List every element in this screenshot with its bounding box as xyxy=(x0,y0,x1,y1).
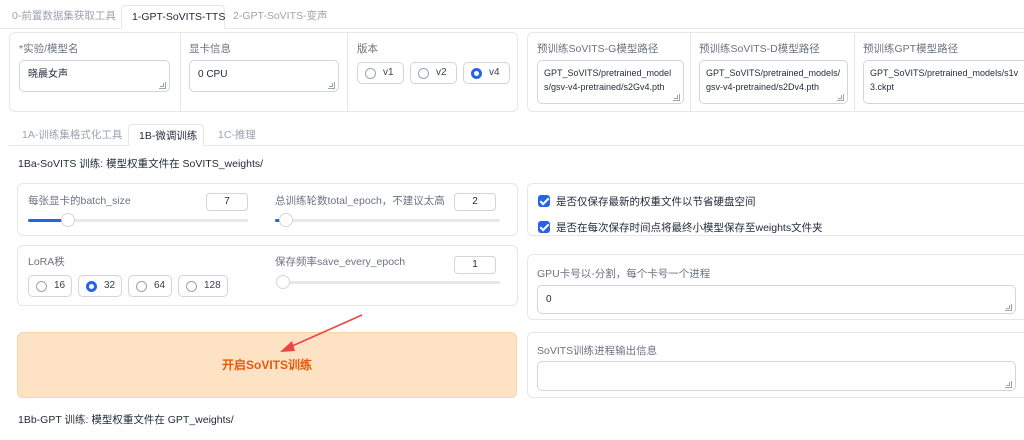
gpu-info-value: 0 CPU xyxy=(198,69,228,80)
version-option-v2[interactable]: v2 xyxy=(410,62,457,84)
resize-handle[interactable] xyxy=(837,94,844,101)
lora-rank-option-16[interactable]: 16 xyxy=(28,275,72,297)
gpu-info-label: 显卡信息 xyxy=(189,43,231,55)
pretrained-sovits-g-input[interactable]: GPT_SoVITS/pretrained_models/gsv-v4-pret… xyxy=(537,60,684,104)
slider-thumb[interactable] xyxy=(60,213,75,227)
save-latest-only-label: 是否仅保存最新的权重文件以节省硬盘空间 xyxy=(556,196,756,208)
lora-rank-option-label: 32 xyxy=(104,280,116,291)
total-epoch-input[interactable]: 2 xyxy=(454,193,496,211)
checkbox-panel: 是否仅保存最新的权重文件以节省硬盘空间 是否在每次保存时间点将最终小模型保存至w… xyxy=(527,183,1024,236)
version-label: 版本 xyxy=(357,43,378,55)
gpu-ids-input[interactable]: 0 xyxy=(537,285,1016,314)
pretrained-sovits-g-label: 预训练SoVITS-G模型路径 xyxy=(537,43,659,55)
pretrained-sovits-d-label: 预训练SoVITS-D模型路径 xyxy=(699,43,820,55)
version-option-label: v1 xyxy=(383,67,394,78)
gpu-ids-panel: GPU卡号以-分割，每个卡号一个进程 0 xyxy=(527,254,1024,320)
version-option-v1[interactable]: v1 xyxy=(357,62,404,84)
tab-1c-inference[interactable]: 1C-推理 xyxy=(208,124,266,148)
tab-1a-dataset-format[interactable]: 1A-训练集格式化工具 xyxy=(12,124,132,148)
tab-dataset-tools[interactable]: 0-前置数据集获取工具 xyxy=(2,5,126,29)
model-name-input[interactable]: 晓晨女声 xyxy=(19,60,170,92)
divider xyxy=(854,33,855,111)
divider xyxy=(690,33,691,111)
checkbox-checked-icon[interactable] xyxy=(538,221,550,233)
radio-icon xyxy=(186,281,197,292)
radio-icon xyxy=(36,281,47,292)
resize-handle[interactable] xyxy=(1005,381,1012,388)
radio-selected-icon xyxy=(471,68,482,79)
batch-size-label: 每张显卡的batch_size xyxy=(28,195,131,207)
top-tab-bar: 0-前置数据集获取工具 1-GPT-SoVITS-TTS 2-GPT-SoVIT… xyxy=(0,0,1024,30)
slider-thumb[interactable] xyxy=(276,275,290,289)
model-name-value: 晓晨女声 xyxy=(28,69,68,80)
tab-gpt-sovits-voice-change[interactable]: 2-GPT-SoVITS-变声 xyxy=(223,5,338,29)
resize-handle[interactable] xyxy=(159,82,166,89)
version-option-label: v2 xyxy=(436,67,447,78)
lora-rank-label: LoRA秩 xyxy=(28,256,65,268)
pretrained-gpt-value: GPT_SoVITS/pretrained_models/s1v3.ckpt xyxy=(870,68,1019,92)
gpt-section-title: 1Bb-GPT 训练: 模型权重文件在 GPT_weights/ xyxy=(18,414,234,426)
lora-rank-option-64[interactable]: 64 xyxy=(128,275,172,297)
gpu-ids-label: GPU卡号以-分割，每个卡号一个进程 xyxy=(537,268,711,280)
sovits-output-field[interactable] xyxy=(537,361,1016,391)
batch-size-input[interactable]: 7 xyxy=(206,193,248,211)
sovits-output-panel: SoVITS训练进程输出信息 xyxy=(527,332,1024,398)
batch-epoch-panel: 每张显卡的batch_size 7 总训练轮数total_epoch，不建议太高… xyxy=(17,183,518,236)
save-every-epoch-input[interactable]: 1 xyxy=(454,256,496,274)
lora-rank-option-label: 16 xyxy=(54,280,66,291)
save-small-model-label: 是否在每次保存时间点将最终小模型保存至weights文件夹 xyxy=(556,222,823,234)
version-option-v4[interactable]: v4 xyxy=(463,62,510,84)
divider xyxy=(180,33,181,111)
lora-rank-option-label: 64 xyxy=(154,280,166,291)
resize-handle[interactable] xyxy=(1005,304,1012,311)
radio-icon xyxy=(365,68,376,79)
start-sovits-training-button[interactable]: 开启SoVITS训练 xyxy=(17,332,517,398)
radio-selected-icon xyxy=(86,281,97,292)
lora-rank-option-32[interactable]: 32 xyxy=(78,275,122,297)
checkbox-checked-icon[interactable] xyxy=(538,195,550,207)
tab-gpt-sovits-tts[interactable]: 1-GPT-SoVITS-TTS xyxy=(121,5,225,29)
pretrained-gpt-label: 预训练GPT模型路径 xyxy=(863,43,959,55)
sovits-section-title: 1Ba-SoVITS 训练: 模型权重文件在 SoVITS_weights/ xyxy=(18,158,264,170)
pretrained-paths-panel: 预训练SoVITS-G模型路径 GPT_SoVITS/pretrained_mo… xyxy=(527,32,1024,112)
sovits-output-label: SoVITS训练进程输出信息 xyxy=(537,345,658,357)
pretrained-sovits-d-value: GPT_SoVITS/pretrained_models/gsv-v4-pret… xyxy=(706,68,841,92)
save-every-epoch-label: 保存频率save_every_epoch xyxy=(275,256,406,268)
lora-rank-option-label: 128 xyxy=(204,280,221,291)
batch-size-slider[interactable] xyxy=(28,213,248,227)
radio-icon xyxy=(136,281,147,292)
divider xyxy=(347,33,348,111)
tab-underline xyxy=(225,28,1024,29)
lora-save-panel: LoRA秩 16 32 64 128 保存频率save_every_epoch … xyxy=(17,245,518,306)
version-option-label: v4 xyxy=(489,67,500,78)
resize-handle[interactable] xyxy=(328,82,335,89)
config-panel: *实验/模型名 晓晨女声 显卡信息 0 CPU 版本 v1 v2 v4 xyxy=(9,32,518,112)
total-epoch-label: 总训练轮数total_epoch，不建议太高 xyxy=(275,195,445,207)
save-every-epoch-slider[interactable] xyxy=(276,275,500,289)
pretrained-gpt-input[interactable]: GPT_SoVITS/pretrained_models/s1v3.ckpt xyxy=(863,60,1024,104)
model-name-label: *实验/模型名 xyxy=(19,43,79,55)
resize-handle[interactable] xyxy=(673,94,680,101)
radio-icon xyxy=(418,68,429,79)
pretrained-sovits-g-value: GPT_SoVITS/pretrained_models/gsv-v4-pret… xyxy=(544,68,672,92)
slider-thumb[interactable] xyxy=(279,213,294,227)
gpu-info-field[interactable]: 0 CPU xyxy=(189,60,339,92)
tab-1b-finetune[interactable]: 1B-微调训练 xyxy=(128,124,204,146)
total-epoch-slider[interactable] xyxy=(275,213,500,227)
lora-rank-option-128[interactable]: 128 xyxy=(178,275,228,297)
gpu-ids-value: 0 xyxy=(546,294,552,305)
pretrained-sovits-d-input[interactable]: GPT_SoVITS/pretrained_models/gsv-v4-pret… xyxy=(699,60,848,104)
